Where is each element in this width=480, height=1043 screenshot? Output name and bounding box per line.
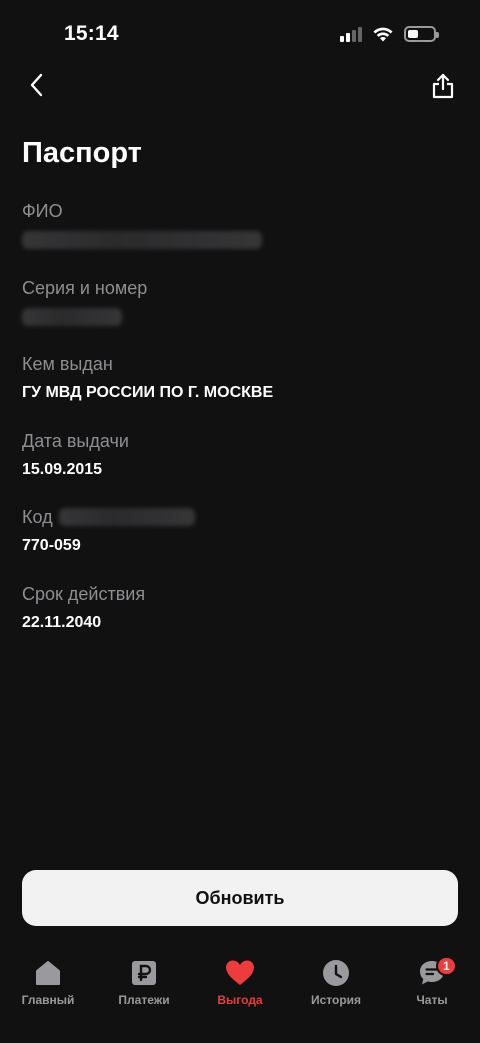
unread-badge: 1: [436, 956, 457, 976]
status-bar: 15:14: [0, 0, 480, 70]
field-label: ФИО: [22, 201, 63, 221]
field-series-number: Серия и номер: [22, 277, 458, 354]
field-label-row: Код: [22, 506, 458, 528]
field-full-name: ФИО: [22, 200, 458, 277]
passport-fields: ФИО Серия и номер Кем выдан ГУ МВД РОССИ…: [22, 200, 458, 659]
redacted-value: [22, 307, 122, 326]
wifi-icon: [373, 27, 393, 42]
refresh-button[interactable]: Обновить: [22, 870, 458, 926]
field-value: 15.09.2015: [22, 460, 103, 478]
cellular-signal-icon: [340, 26, 362, 42]
field-code: Код 770-059: [22, 506, 458, 583]
field-label: Код: [22, 507, 53, 527]
tab-label: Чаты: [416, 993, 448, 1007]
tab-chats[interactable]: 1 Чаты: [384, 950, 480, 1043]
battery-level: [408, 30, 418, 38]
field-value: 770-059: [22, 537, 81, 554]
navigation-bar: [0, 66, 480, 106]
tab-label: Выгода: [217, 993, 263, 1007]
heart-icon: [225, 958, 255, 988]
field-expiry: Срок действия 22.11.2040: [22, 583, 458, 660]
field-label: Кем выдан: [22, 354, 113, 374]
clock-icon: [321, 958, 351, 988]
field-issued-by: Кем выдан ГУ МВД РОССИИ ПО Г. МОСКВЕ: [22, 353, 458, 430]
tab-label: Платежи: [118, 993, 170, 1007]
field-value: 22.11.2040: [22, 613, 102, 631]
tab-payments[interactable]: Платежи: [96, 950, 192, 1043]
field-label: Серия и номер: [22, 277, 148, 298]
chevron-left-icon: [30, 73, 43, 97]
tab-main[interactable]: Главный: [0, 950, 96, 1043]
field-value-redacted: [22, 231, 458, 254]
back-button[interactable]: [22, 70, 52, 100]
ruble-icon: [129, 958, 159, 988]
field-value-redacted: [22, 307, 458, 331]
redacted-label-suffix: [58, 508, 195, 526]
status-icons: [340, 26, 439, 42]
redacted-value: [22, 231, 262, 249]
tab-bar: Главный Платежи Выгода История 1 Чаты: [0, 950, 480, 1043]
tab-history[interactable]: История: [288, 950, 384, 1043]
tab-label: История: [310, 993, 362, 1007]
tab-label: Главный: [21, 993, 75, 1007]
field-issue-date: Дата выдачи 15.09.2015: [22, 430, 458, 507]
battery-icon: [404, 26, 439, 42]
field-value: ГУ МВД РОССИИ ПО Г. МОСКВЕ: [22, 384, 274, 401]
tab-benefits[interactable]: Выгода: [192, 950, 288, 1043]
home-icon: [33, 958, 63, 988]
status-time: 15:14: [64, 22, 119, 45]
page-title: Паспорт: [22, 137, 142, 169]
share-button[interactable]: [428, 70, 458, 102]
passport-screen: 15:14 Паспорт ФИО Серия и номер Кем выда…: [0, 0, 480, 1043]
field-label: Срок действия: [22, 583, 146, 604]
share-icon: [432, 73, 454, 99]
field-label: Дата выдачи: [22, 430, 129, 451]
